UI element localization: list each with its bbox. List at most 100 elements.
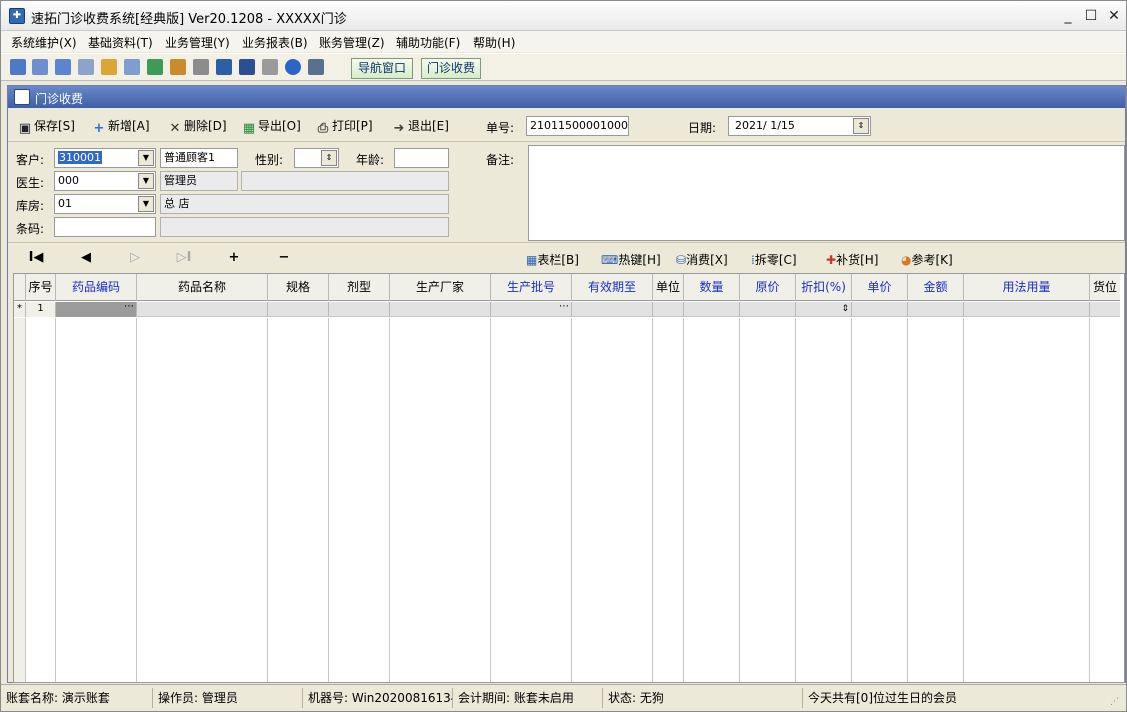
- store-code-select[interactable]: 01 ▼: [54, 194, 156, 214]
- menu-reports[interactable]: 业务报表(B): [242, 34, 308, 51]
- col-discount[interactable]: 折扣(%): [796, 274, 852, 301]
- print-preview-icon[interactable]: [193, 59, 209, 75]
- table-row[interactable]: * 1 ⋯ ⋯ ⇕: [14, 300, 1120, 317]
- col-manufacturer[interactable]: 生产厂家: [390, 274, 491, 301]
- chevron-down-icon[interactable]: ▼: [138, 196, 154, 212]
- restock-button[interactable]: ✚补货[H]: [826, 251, 878, 268]
- chevron-down-icon[interactable]: ▼: [138, 150, 154, 166]
- customer-name-field[interactable]: 普通顾客1: [160, 148, 238, 168]
- add-action[interactable]: + 新增[A]: [92, 117, 150, 136]
- users-icon[interactable]: [124, 59, 140, 75]
- date-picker[interactable]: 2021/ 1/15 ⇕: [728, 116, 871, 136]
- card-icon[interactable]: [101, 59, 117, 75]
- customer-code-select[interactable]: 310001 ▼: [54, 148, 156, 168]
- barcode-field[interactable]: [54, 217, 156, 237]
- minimize-button[interactable]: _: [1057, 6, 1079, 26]
- cell-spec[interactable]: [268, 302, 329, 317]
- export-action[interactable]: ▦ 导出[O]: [242, 117, 301, 136]
- outpatient-charge-button[interactable]: 门诊收费: [421, 58, 481, 79]
- save-disk-icon[interactable]: [239, 59, 255, 75]
- doctor-code-select[interactable]: 000 ▼: [54, 171, 156, 191]
- grid-icon[interactable]: [10, 59, 26, 75]
- menu-business[interactable]: 业务管理(Y): [165, 34, 230, 51]
- col-amount[interactable]: 金额: [908, 274, 964, 301]
- col-dosage-form[interactable]: 剂型: [329, 274, 390, 301]
- menu-basic-data[interactable]: 基础资料(T): [88, 34, 153, 51]
- print-action[interactable]: ⎙ 打印[P]: [316, 117, 373, 136]
- col-unit[interactable]: 单位: [653, 274, 684, 301]
- windows-icon[interactable]: [55, 59, 71, 75]
- date-spin-icon[interactable]: ⇕: [853, 118, 869, 134]
- maximize-button[interactable]: ☐: [1080, 6, 1102, 26]
- cell-dosage-form[interactable]: [329, 302, 390, 317]
- menu-help[interactable]: 帮助(H): [473, 34, 515, 51]
- first-record-icon[interactable]: I◀: [26, 250, 46, 265]
- col-usage[interactable]: 用法用量: [964, 274, 1090, 301]
- consume-button[interactable]: ⛁消费[X]: [676, 251, 728, 268]
- list-icon[interactable]: [32, 59, 48, 75]
- resize-grip-icon[interactable]: ⋰: [1110, 697, 1122, 709]
- col-unit-price[interactable]: 单价: [852, 274, 908, 301]
- cell-original-price[interactable]: [740, 302, 796, 317]
- gender-spin-icon[interactable]: ⇕: [321, 150, 337, 166]
- cell-discount[interactable]: ⇕: [796, 302, 852, 317]
- columns-button[interactable]: ▦表栏[B]: [526, 251, 579, 268]
- gender-select[interactable]: ⇕: [294, 148, 339, 168]
- grid-body: [14, 318, 1120, 682]
- col-location[interactable]: 货位: [1090, 274, 1120, 301]
- cell-batch-no[interactable]: ⋯: [491, 300, 572, 317]
- col-spec[interactable]: 规格: [268, 274, 329, 301]
- ellipsis-icon[interactable]: ⋯: [124, 300, 134, 314]
- chevron-down-icon[interactable]: ▼: [138, 173, 154, 189]
- next-record-icon[interactable]: ▷: [125, 250, 145, 265]
- cell-unit-price[interactable]: [852, 302, 908, 317]
- app-icon: ✚: [9, 8, 25, 24]
- col-batch-no[interactable]: 生产批号: [491, 274, 572, 301]
- status-machine: 机器号: Win20200816134: [303, 688, 453, 708]
- hotkey-button[interactable]: ⌨热键[H]: [601, 251, 661, 268]
- last-record-icon[interactable]: ▷I: [174, 250, 194, 265]
- col-drug-name[interactable]: 药品名称: [137, 274, 268, 301]
- cell-expiry[interactable]: [572, 302, 653, 317]
- cell-location[interactable]: [1090, 302, 1120, 317]
- cell-quantity[interactable]: [684, 302, 740, 317]
- help-icon[interactable]: [285, 59, 301, 75]
- menu-system[interactable]: 系统维护(X): [11, 34, 77, 51]
- col-index[interactable]: 序号: [26, 274, 56, 301]
- col-expiry[interactable]: 有效期至: [572, 274, 653, 301]
- add-row-icon[interactable]: +: [224, 250, 244, 265]
- medicine-grid[interactable]: 序号 药品编码 药品名称 规格 剂型 生产厂家 生产批号 有效期至 单位 数量 …: [13, 273, 1125, 683]
- cell-usage[interactable]: [964, 302, 1090, 317]
- col-original-price[interactable]: 原价: [740, 274, 796, 301]
- split-button[interactable]: ⁞拆零[C]: [751, 251, 797, 268]
- close-button[interactable]: ✕: [1103, 6, 1125, 26]
- save-action[interactable]: ▣ 保存[S]: [18, 117, 75, 136]
- age-field[interactable]: [394, 148, 449, 168]
- cell-drug-name[interactable]: [137, 302, 268, 317]
- cell-amount[interactable]: [908, 302, 964, 317]
- prev-record-icon[interactable]: ◀: [76, 250, 96, 265]
- people-icon[interactable]: [147, 59, 163, 75]
- exit-action[interactable]: ➜ 退出[E]: [392, 117, 449, 136]
- printer-icon[interactable]: [262, 59, 278, 75]
- ellipsis-icon[interactable]: ⋯: [559, 300, 569, 314]
- spin-icon[interactable]: ⇕: [841, 302, 849, 316]
- status-account: 账套名称: 演示账套: [1, 688, 153, 708]
- col-quantity[interactable]: 数量: [684, 274, 740, 301]
- menu-accounts[interactable]: 账务管理(Z): [319, 34, 385, 51]
- reference-button[interactable]: ◕参考[K]: [901, 251, 953, 268]
- nav-window-button[interactable]: 导航窗口: [351, 58, 413, 79]
- col-drug-code[interactable]: 药品编码: [56, 274, 137, 301]
- cell-drug-code[interactable]: ⋯: [56, 300, 137, 317]
- cell-unit[interactable]: [653, 302, 684, 317]
- import-icon[interactable]: [170, 59, 186, 75]
- exit-door-icon[interactable]: [308, 59, 324, 75]
- remove-row-icon[interactable]: −: [274, 250, 294, 265]
- search-icon[interactable]: [78, 59, 94, 75]
- menu-tools[interactable]: 辅助功能(F): [396, 34, 460, 51]
- order-no-field[interactable]: 210115000010001: [526, 116, 629, 136]
- remark-textarea[interactable]: [528, 145, 1125, 241]
- monitor-icon[interactable]: [216, 59, 232, 75]
- cell-manufacturer[interactable]: [390, 302, 491, 317]
- delete-action[interactable]: ✕ 删除[D]: [168, 117, 227, 136]
